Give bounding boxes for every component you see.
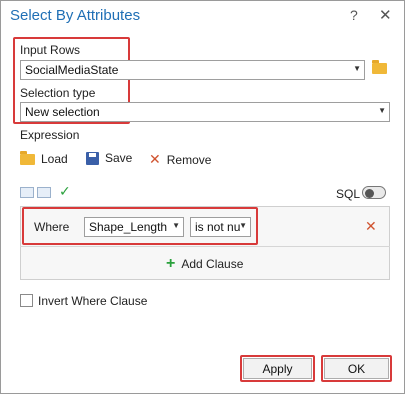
expression-label: Expression xyxy=(20,128,80,142)
toggle-knob xyxy=(365,189,374,198)
load-button[interactable]: Load xyxy=(20,150,68,166)
input-rows-label: Input Rows xyxy=(20,43,81,57)
ok-button[interactable]: OK xyxy=(324,358,389,379)
selection-type-value: New selection xyxy=(25,105,100,119)
input-rows-value: SocialMediaState xyxy=(25,63,119,77)
sql-label: SQL xyxy=(336,187,361,201)
operator-dropdown[interactable]: is not nu ▼ xyxy=(190,217,251,237)
save-label: Save xyxy=(105,151,133,165)
chevron-down-icon: ▼ xyxy=(239,221,247,230)
field-dropdown[interactable]: Shape_Length ▼ xyxy=(84,217,184,237)
chevron-down-icon: ▼ xyxy=(378,106,386,115)
clause-divider xyxy=(20,246,390,247)
invert-label: Invert Where Clause xyxy=(38,294,148,308)
where-label: Where xyxy=(34,220,70,234)
sql-toggle[interactable] xyxy=(362,186,386,199)
invert-checkbox[interactable] xyxy=(20,294,33,307)
chevron-down-icon: ▼ xyxy=(353,64,361,73)
operator-value: is not nu xyxy=(195,220,241,234)
add-clause-button[interactable]: + Add Clause xyxy=(166,255,244,272)
folder-open-icon xyxy=(20,150,35,165)
sql-mode-icon[interactable] xyxy=(37,187,51,198)
browse-folder-button[interactable] xyxy=(372,60,387,74)
add-clause-label: Add Clause xyxy=(181,257,244,271)
save-icon xyxy=(86,151,99,165)
selection-type-dropdown[interactable]: New selection ▼ xyxy=(20,102,390,122)
remove-icon: ✕ xyxy=(149,151,161,167)
selection-type-label: Selection type xyxy=(20,86,96,100)
validate-checkmark-icon[interactable]: ✓ xyxy=(59,183,71,200)
remove-button[interactable]: ✕ Remove xyxy=(149,151,211,168)
chevron-down-icon: ▼ xyxy=(172,221,180,230)
folder-icon xyxy=(372,60,387,74)
add-icon: + xyxy=(166,255,176,272)
load-label: Load xyxy=(41,152,68,166)
delete-clause-button[interactable]: ✕ xyxy=(365,218,377,235)
dialog-title: Select By Attributes xyxy=(10,7,141,24)
clause-mode-icon[interactable] xyxy=(20,187,34,198)
input-rows-dropdown[interactable]: SocialMediaState ▼ xyxy=(20,60,365,80)
field-value: Shape_Length xyxy=(89,220,168,234)
help-button[interactable]: ? xyxy=(350,7,358,23)
apply-button[interactable]: Apply xyxy=(243,358,312,379)
save-button[interactable]: Save xyxy=(86,151,132,165)
remove-label: Remove xyxy=(166,152,212,167)
close-button[interactable]: ✕ xyxy=(379,6,392,24)
